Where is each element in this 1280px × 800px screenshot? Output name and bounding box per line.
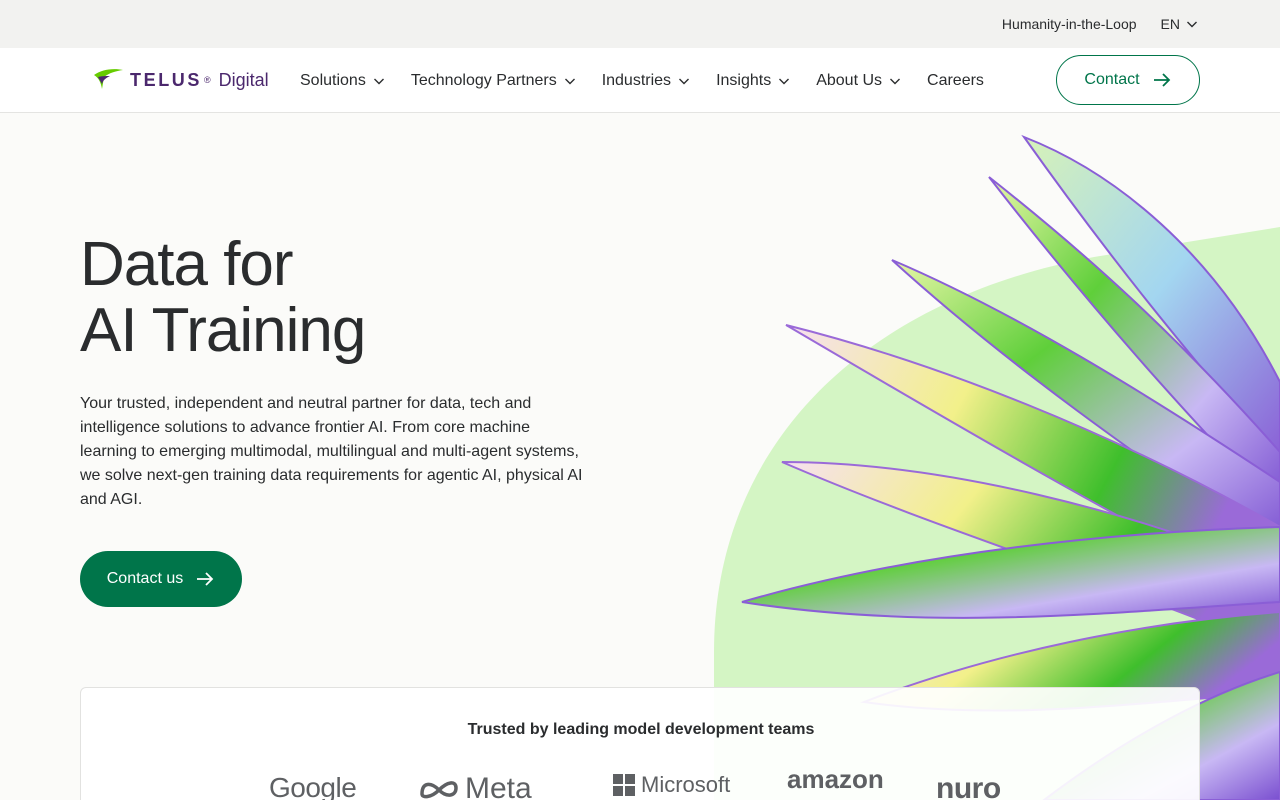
microsoft-squares-icon [613, 774, 635, 796]
contact-button-label: Contact [1084, 71, 1140, 88]
main-navigation: TELUS ® Digital Solutions Technology Par… [0, 48, 1280, 113]
logo-wordmark: TELUS [130, 69, 203, 90]
nav-item-solutions[interactable]: Solutions [300, 72, 385, 90]
hero-title: Data for AI Training [80, 230, 366, 365]
telus-leaf-icon [94, 69, 123, 89]
utility-bar: Humanity-in-the-Loop EN [0, 0, 1280, 48]
partner-logos: Google Meta Microsoft amazon nuro [81, 764, 1201, 800]
nav-item-label: Careers [927, 71, 984, 89]
nuro-logo: nuro [936, 772, 1001, 800]
humanity-in-the-loop-link[interactable]: Humanity-in-the-Loop [1002, 16, 1137, 32]
hero-title-line1: Data for [80, 230, 294, 299]
meta-infinity-icon [420, 781, 458, 799]
chevron-down-icon [1186, 18, 1198, 30]
nav-menu: Solutions Technology Partners Industries… [300, 48, 984, 113]
microsoft-logo: Microsoft [613, 772, 730, 798]
nav-item-label: Solutions [300, 71, 366, 89]
nav-item-industries[interactable]: Industries [602, 72, 690, 90]
nav-item-label: Technology Partners [410, 71, 557, 89]
chevron-down-icon [678, 75, 690, 87]
contact-us-label: Contact us [106, 570, 184, 587]
hero-description: Your trusted, independent and neutral pa… [80, 395, 583, 508]
language-label: EN [1160, 16, 1180, 32]
arrow-right-icon [1153, 73, 1170, 87]
chevron-down-icon [889, 75, 901, 87]
meta-logo: Meta [419, 772, 532, 800]
arrow-right-icon [197, 572, 214, 586]
nav-item-careers[interactable]: Careers [927, 72, 984, 90]
amazon-logo: amazon [787, 764, 884, 794]
google-logo: Google [269, 772, 357, 800]
chevron-down-icon [564, 75, 576, 87]
nav-item-label: About Us [816, 71, 883, 89]
contact-button[interactable]: Contact [1056, 55, 1200, 105]
nav-item-label: Industries [601, 71, 672, 89]
nav-item-about-us[interactable]: About Us [816, 72, 901, 90]
logo-registered-mark: ® [204, 75, 211, 85]
trusted-by-section: Trusted by leading model development tea… [80, 687, 1200, 800]
logo-subtitle: Digital [218, 69, 269, 90]
nav-item-technology-partners[interactable]: Technology Partners [411, 72, 576, 90]
telus-digital-logo[interactable]: TELUS ® Digital [92, 64, 269, 96]
language-selector[interactable]: EN [1161, 16, 1198, 32]
chevron-down-icon [373, 75, 385, 87]
chevron-down-icon [778, 75, 790, 87]
nav-item-insights[interactable]: Insights [716, 72, 790, 90]
hero-title-line2: AI Training [80, 296, 366, 365]
trusted-by-title: Trusted by leading model development tea… [467, 721, 815, 738]
nav-item-label: Insights [716, 71, 772, 89]
contact-us-button[interactable]: Contact us [80, 551, 242, 607]
